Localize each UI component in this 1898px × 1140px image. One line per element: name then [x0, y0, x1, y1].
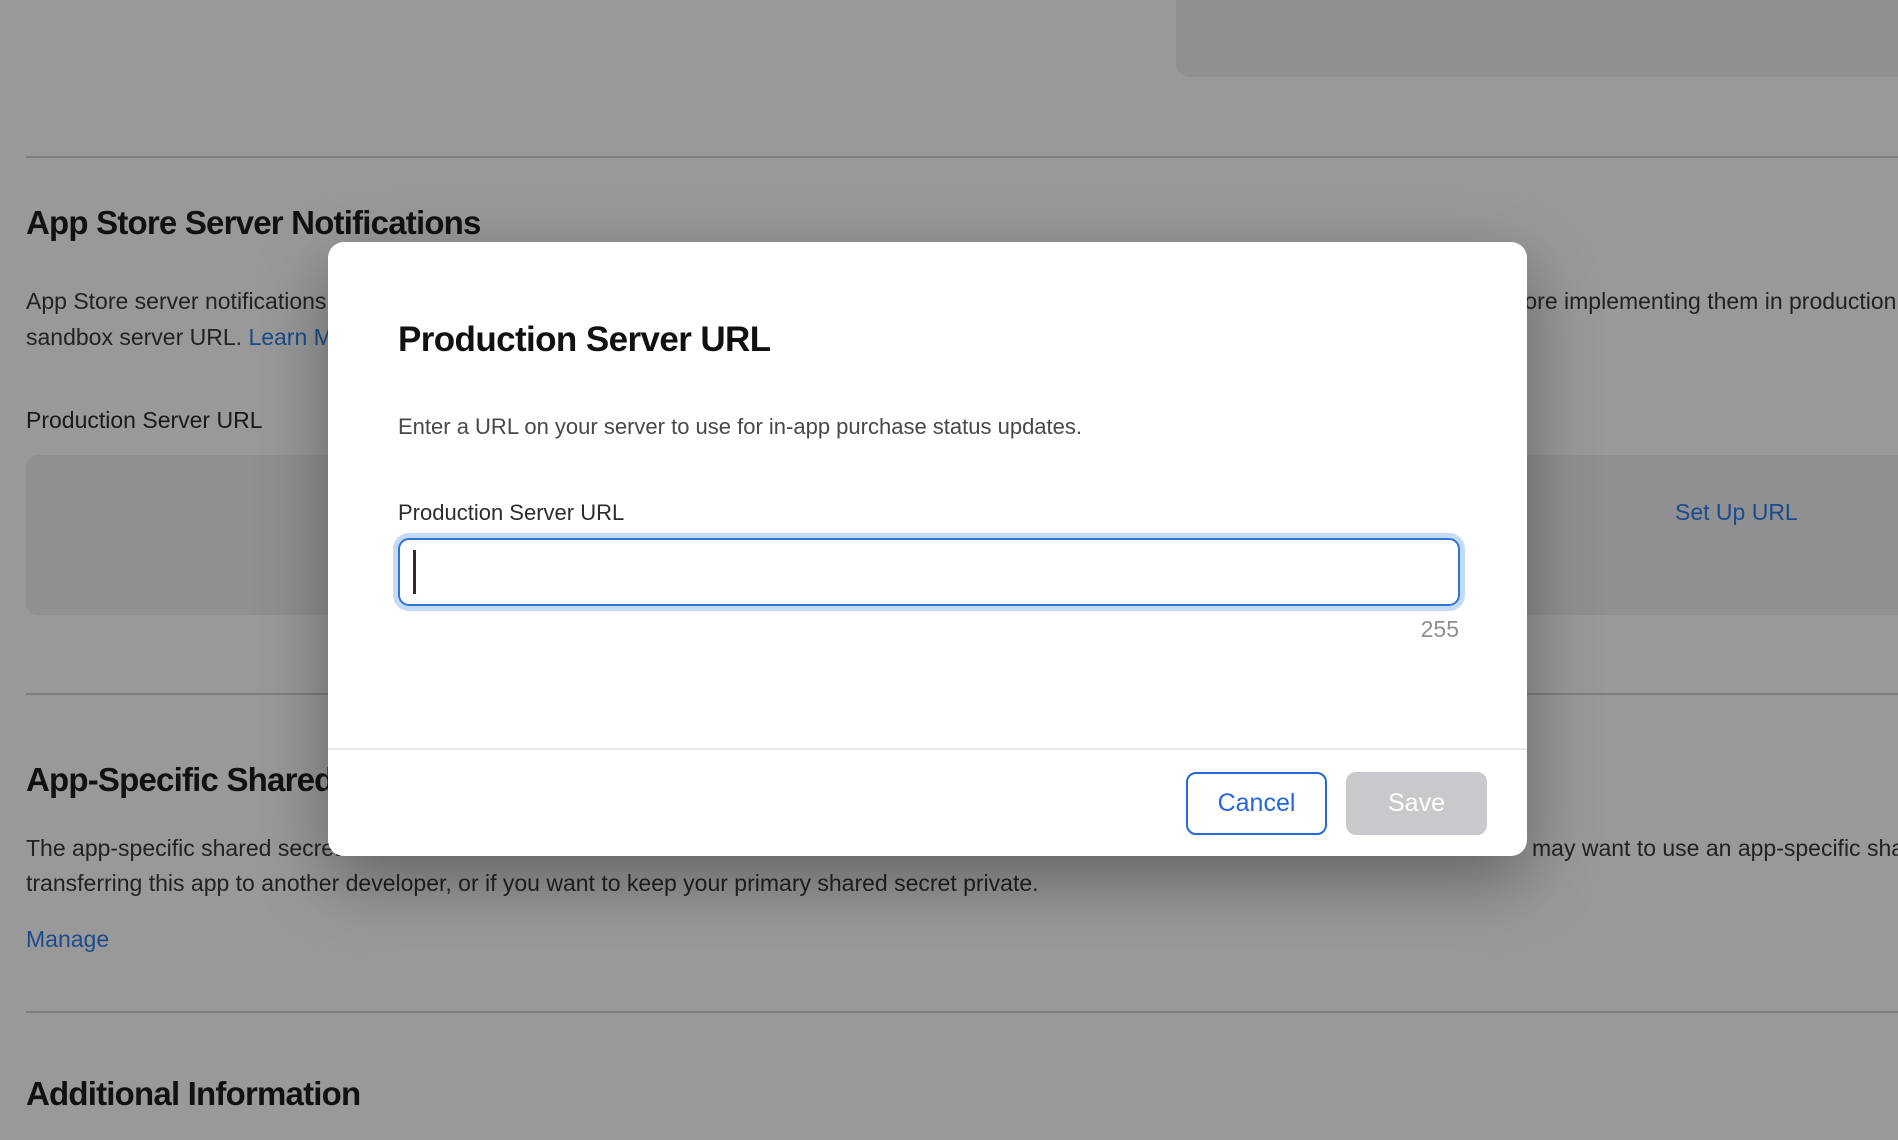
cancel-button[interactable]: Cancel	[1186, 772, 1327, 835]
character-counter: 255	[1421, 616, 1459, 643]
dialog-description: Enter a URL on your server to use for in…	[398, 414, 1082, 440]
text-cursor-caret	[413, 550, 416, 594]
production-server-url-input[interactable]	[398, 538, 1460, 606]
production-server-url-dialog: Production Server URL Enter a URL on you…	[328, 242, 1527, 856]
dialog-title: Production Server URL	[398, 320, 770, 360]
app-store-connect-screen: App Store Server Notifications App Store…	[0, 0, 1898, 1140]
save-button[interactable]: Save	[1346, 772, 1487, 835]
dialog-footer: Cancel Save	[328, 748, 1527, 856]
dialog-input-label: Production Server URL	[398, 500, 624, 526]
